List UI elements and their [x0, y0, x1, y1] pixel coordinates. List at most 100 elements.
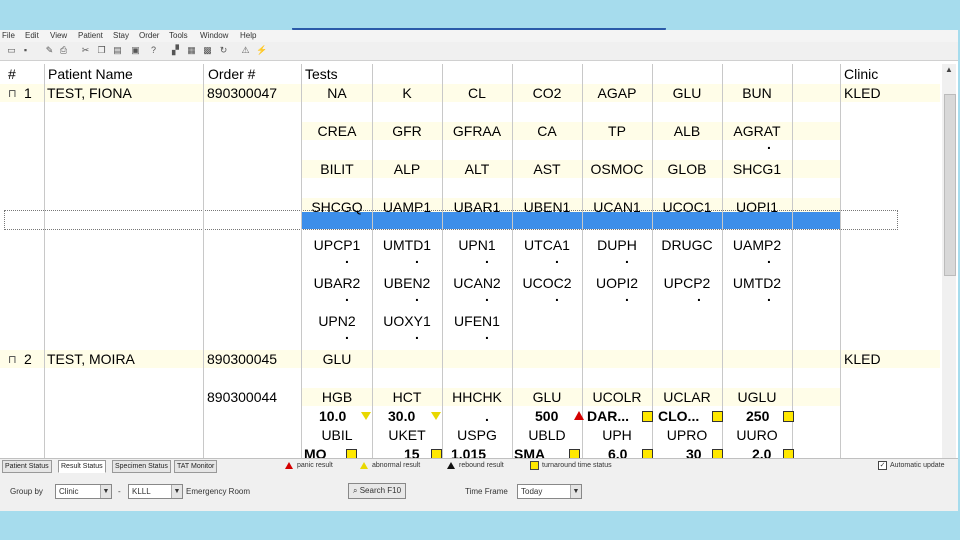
- result-value[interactable]: DAR...: [587, 407, 629, 425]
- test-code[interactable]: UPCP1: [302, 236, 372, 254]
- results-icon[interactable]: ▦: [186, 45, 197, 56]
- test-code[interactable]: BUN: [722, 84, 792, 102]
- test-code[interactable]: GFR: [372, 122, 442, 140]
- test-code[interactable]: AGRAT: [722, 122, 792, 140]
- result-value[interactable]: 500: [535, 407, 558, 425]
- menu-patient[interactable]: Patient: [78, 31, 103, 40]
- test-code[interactable]: UPN1: [442, 236, 512, 254]
- test-code[interactable]: AGAP: [582, 84, 652, 102]
- patient-name[interactable]: TEST, MOIRA: [47, 350, 135, 368]
- tab-result-status[interactable]: Result Status: [58, 460, 106, 473]
- test-code[interactable]: UFEN1: [442, 312, 512, 330]
- test-code[interactable]: HGB: [302, 388, 372, 406]
- open-icon[interactable]: ▭: [6, 45, 17, 56]
- menu-help[interactable]: Help: [240, 31, 256, 40]
- paste-icon[interactable]: ▤: [112, 45, 123, 56]
- menu-window[interactable]: Window: [200, 31, 228, 40]
- group-by-select[interactable]: Clinic ▼: [55, 484, 112, 499]
- chart-icon[interactable]: ▩: [202, 45, 213, 56]
- test-code[interactable]: UMTD2: [722, 274, 792, 292]
- menu-stay[interactable]: Stay: [113, 31, 129, 40]
- scroll-thumb[interactable]: [944, 94, 956, 276]
- test-code[interactable]: UOXY1: [372, 312, 442, 330]
- patient-icon[interactable]: ▞: [170, 45, 181, 56]
- test-code[interactable]: UBAR2: [302, 274, 372, 292]
- scroll-up-icon[interactable]: ▲: [942, 64, 956, 76]
- vertical-scrollbar[interactable]: ▲ ▼: [942, 64, 956, 484]
- chevron-down-icon[interactable]: ▼: [171, 485, 182, 498]
- header-patient-name[interactable]: Patient Name: [48, 65, 133, 83]
- test-code[interactable]: UBIL: [302, 426, 372, 444]
- test-code[interactable]: UCOC2: [512, 274, 582, 292]
- test-code[interactable]: ALB: [652, 122, 722, 140]
- test-code[interactable]: UTCA1: [512, 236, 582, 254]
- test-code[interactable]: UMTD1: [372, 236, 442, 254]
- alert-icon[interactable]: ⚠: [240, 45, 251, 56]
- test-code[interactable]: UBEN1: [512, 198, 582, 216]
- test-code[interactable]: K: [372, 84, 442, 102]
- header-order-number[interactable]: Order #: [208, 65, 255, 83]
- test-code[interactable]: UCAN1: [582, 198, 652, 216]
- tab-patient-status[interactable]: Patient Status: [2, 460, 52, 473]
- test-code[interactable]: GLU: [652, 84, 722, 102]
- test-code[interactable]: OSMOC: [582, 160, 652, 178]
- patient-name[interactable]: TEST, FIONA: [47, 84, 132, 102]
- test-code[interactable]: HHCHK: [442, 388, 512, 406]
- menu-tools[interactable]: Tools: [169, 31, 188, 40]
- test-code[interactable]: UGLU: [722, 388, 792, 406]
- auto-update-checkbox[interactable]: ✓ Automatic update: [878, 460, 944, 472]
- test-code[interactable]: UCLAR: [652, 388, 722, 406]
- test-code[interactable]: NA: [302, 84, 372, 102]
- test-code[interactable]: SHCG1: [722, 160, 792, 178]
- test-code[interactable]: UPH: [582, 426, 652, 444]
- test-code[interactable]: UCOLR: [582, 388, 652, 406]
- test-code[interactable]: UBEN2: [372, 274, 442, 292]
- menu-order[interactable]: Order: [139, 31, 159, 40]
- test-code[interactable]: UCAN2: [442, 274, 512, 292]
- menu-file[interactable]: File: [2, 31, 15, 40]
- test-code[interactable]: ALP: [372, 160, 442, 178]
- test-code[interactable]: USPG: [442, 426, 512, 444]
- search-button[interactable]: ⌕ Search F10: [348, 483, 407, 499]
- tab-specimen-status[interactable]: Specimen Status: [112, 460, 171, 473]
- test-code[interactable]: GLU: [512, 388, 582, 406]
- save-icon[interactable]: ▪: [20, 45, 31, 56]
- test-code[interactable]: CL: [442, 84, 512, 102]
- test-code[interactable]: SHCGQ: [302, 198, 372, 216]
- refresh-icon[interactable]: ↻: [218, 45, 229, 56]
- header-clinic[interactable]: Clinic: [844, 65, 878, 83]
- test-code[interactable]: UPN2: [302, 312, 372, 330]
- test-code[interactable]: UBAR1: [442, 198, 512, 216]
- time-frame-select[interactable]: Today ▼: [517, 484, 582, 499]
- test-code[interactable]: ALT: [442, 160, 512, 178]
- copy-icon[interactable]: ❐: [96, 45, 107, 56]
- checkbox-checked-icon[interactable]: ✓: [878, 460, 887, 470]
- test-code[interactable]: UBLD: [512, 426, 582, 444]
- test-code[interactable]: AST: [512, 160, 582, 178]
- order-number[interactable]: 890300044: [207, 388, 277, 406]
- header-tests[interactable]: Tests: [305, 65, 338, 83]
- cut-icon[interactable]: ✂: [80, 45, 91, 56]
- chevron-down-icon[interactable]: ▼: [570, 485, 581, 498]
- menu-view[interactable]: View: [50, 31, 67, 40]
- test-code[interactable]: CREA: [302, 122, 372, 140]
- test-code[interactable]: DRUGC: [652, 236, 722, 254]
- test-code[interactable]: UPCP2: [652, 274, 722, 292]
- tab-tat-monitor[interactable]: TAT Monitor: [174, 460, 218, 473]
- print-icon[interactable]: ⎙: [58, 45, 69, 56]
- order-number[interactable]: 890300045: [207, 350, 277, 368]
- test-code[interactable]: UOPI2: [582, 274, 652, 292]
- order-number[interactable]: 890300047: [207, 84, 277, 102]
- test-code[interactable]: DUPH: [582, 236, 652, 254]
- menu-edit[interactable]: Edit: [25, 31, 39, 40]
- clinic-code-select[interactable]: KLLL ▼: [128, 484, 183, 499]
- test-code[interactable]: UURO: [722, 426, 792, 444]
- test-code[interactable]: UAMP2: [722, 236, 792, 254]
- test-code[interactable]: CA: [512, 122, 582, 140]
- test-code[interactable]: UOPI1: [722, 198, 792, 216]
- edit-icon[interactable]: ✎: [44, 45, 55, 56]
- result-value[interactable]: CLO...: [658, 407, 699, 425]
- header-number[interactable]: #: [8, 65, 16, 83]
- result-value[interactable]: 10.0: [319, 407, 346, 425]
- patient-record-icon[interactable]: ⊓: [8, 353, 17, 366]
